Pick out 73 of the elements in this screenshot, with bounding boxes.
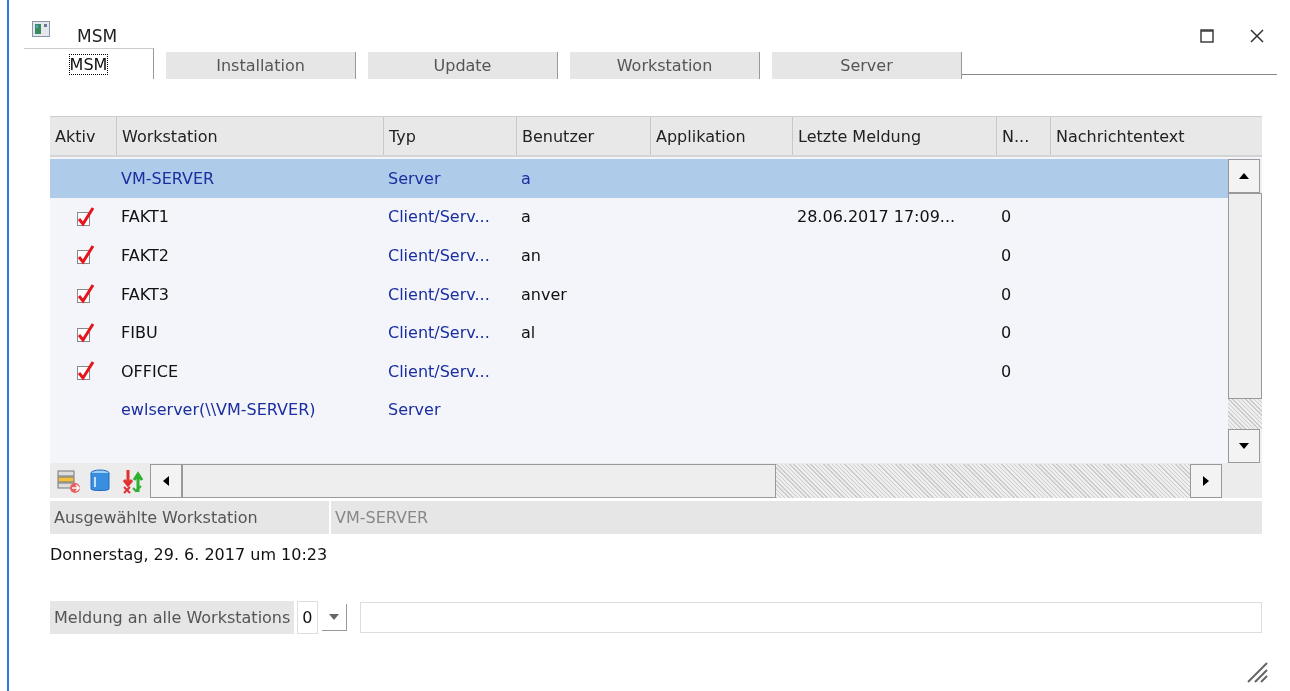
scroll-track[interactable] (1228, 399, 1262, 429)
message-input[interactable] (359, 602, 1262, 633)
close-button[interactable] (1250, 29, 1264, 43)
table-row[interactable]: FIBU Client/Serv... al 0 (50, 313, 1228, 352)
table-row[interactable]: FAKT2 Client/Serv... an 0 (50, 236, 1228, 275)
tab[interactable]: Server (772, 52, 962, 79)
table-cell: Client/Serv... (388, 361, 490, 381)
selected-workstation-value: VM-SERVER (334, 508, 429, 527)
table-cell: FAKT3 (121, 284, 169, 304)
checkbox[interactable] (77, 322, 95, 343)
table-cell: Server (388, 168, 441, 188)
checkbox[interactable] (77, 206, 95, 227)
horizontal-scrollbar[interactable] (150, 463, 1222, 498)
table-cell: Client/Serv... (388, 246, 490, 265)
tab[interactable]: Installation (166, 52, 356, 79)
scroll-thumb[interactable] (1228, 193, 1262, 399)
table-cell: FAKT2 (121, 246, 169, 265)
table-cell: Server (388, 400, 441, 420)
table-cell: 0 (1001, 284, 1012, 304)
table-cell: 0 (1001, 207, 1012, 227)
scroll-down-icon[interactable] (1238, 442, 1250, 450)
tab[interactable]: Workstation (570, 52, 760, 79)
number-dropdown[interactable]: 0 (297, 602, 347, 633)
column-header[interactable]: Letzte Meldung (792, 117, 996, 155)
table-cell: 0 (1001, 246, 1012, 265)
maximize-button[interactable] (1200, 29, 1214, 43)
table-row[interactable]: FAKT3 Client/Serv... anver 0 (50, 274, 1228, 314)
app-icon (32, 21, 50, 37)
table-cell: VM-SERVER (121, 168, 215, 188)
table-row[interactable]: FAKT1 Client/Serv... a 28.06.2017 17:09... 0 (50, 197, 1228, 237)
window-title: MSM (77, 26, 118, 46)
table-row[interactable]: VM-SERVER Server a (50, 159, 1228, 198)
checkbox[interactable] (77, 245, 95, 266)
table-cell: 0 (1001, 323, 1012, 343)
field-label: Ausgewählte Workstation (50, 501, 331, 534)
scroll-up-icon[interactable] (1238, 172, 1250, 180)
table-cell: a (521, 168, 531, 188)
tab[interactable]: Update (368, 52, 558, 79)
date-text: Donnerstag, 29. 6. 2017 um 10:23 (50, 545, 329, 564)
list-export-icon[interactable] (56, 467, 82, 494)
column-header[interactable]: Nachrichtentext (1050, 117, 1262, 155)
resize-grip-icon[interactable] (1246, 661, 1268, 683)
table-cell: Client/Serv... (388, 284, 490, 304)
column-header[interactable]: Applikation (650, 117, 792, 155)
vertical-scrollbar[interactable] (1228, 159, 1262, 463)
field-label: Meldung an alle Workstations (50, 601, 295, 634)
checkbox[interactable] (77, 284, 95, 305)
table-cell: al (521, 323, 536, 343)
table-cell: FIBU (121, 323, 158, 343)
sort-arrows-icon[interactable] (120, 467, 146, 494)
table-cell: ewlserver(\\VM-SERVER) (121, 400, 316, 420)
table-cell: 0 (1001, 361, 1012, 381)
column-header[interactable]: N... (996, 117, 1050, 155)
table-cell: Client/Serv... (388, 323, 490, 343)
scroll-left-icon[interactable] (162, 474, 170, 487)
table-cell: 28.06.2017 17:09... (797, 207, 956, 227)
table-cell: a (521, 207, 531, 227)
table-row[interactable]: OFFICE Client/Serv... 0 (50, 351, 1228, 391)
column-header[interactable]: Benutzer (516, 117, 650, 155)
column-header[interactable]: Workstation (116, 117, 383, 155)
tab[interactable]: MSM (24, 48, 154, 79)
scroll-right-icon[interactable] (1202, 474, 1210, 487)
dropdown-arrow-icon[interactable] (328, 614, 339, 620)
checkbox[interactable] (77, 361, 95, 382)
table-cell: anver (521, 284, 567, 304)
table-cell: FAKT1 (121, 207, 169, 227)
table-row[interactable]: ewlserver(\\VM-SERVER) Server (50, 390, 1228, 430)
table-cell: OFFICE (121, 361, 178, 381)
table-cell: Client/Serv... (388, 207, 490, 227)
scroll-thumb[interactable] (182, 463, 776, 498)
column-header[interactable]: Aktiv (50, 117, 116, 155)
column-header[interactable]: Typ (383, 117, 516, 155)
table-cell: an (521, 246, 541, 265)
